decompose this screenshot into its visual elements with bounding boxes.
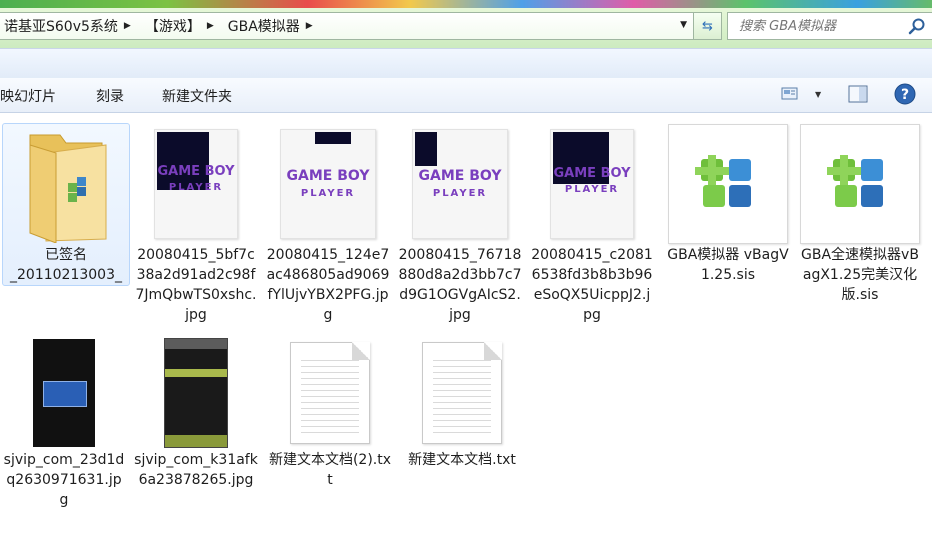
- image-file-item[interactable]: GAME BOY PLAYER 20080415_c20816538fd3b8b…: [528, 123, 656, 325]
- thumb-title: GAME BOY: [553, 166, 631, 181]
- thumb-title: GAME BOY: [286, 168, 370, 184]
- search-input[interactable]: [737, 17, 911, 35]
- image-thumbnail: [132, 336, 260, 450]
- new-folder-button[interactable]: 新建文件夹: [162, 86, 232, 106]
- app-icon-frame: [668, 124, 788, 244]
- breadcrumb-label: 诺基亚S60v5系统: [4, 19, 118, 35]
- address-bar[interactable]: 诺基亚S60v5系统 ▶ 【游戏】 ▶ GBA模拟器 ▶ ▼: [0, 12, 694, 40]
- menu-softkeys: [165, 435, 227, 447]
- gameboy-player-photo: GAME BOY PLAYER: [280, 129, 376, 239]
- file-name: 20080415_c20816538fd3b8b3b96eSoQX5UicppJ…: [531, 247, 653, 323]
- help-icon: ?: [894, 83, 916, 105]
- image-thumbnail: [0, 336, 128, 450]
- search-box[interactable]: [727, 12, 932, 40]
- file-name: GBA模拟器 vBagV1.25.sis: [667, 247, 789, 283]
- thumb-title: GAME BOY: [418, 168, 502, 184]
- preview-pane-button[interactable]: [848, 84, 868, 104]
- symbian-app-icon: [695, 155, 751, 207]
- text-thumbnail: [398, 336, 526, 450]
- gameboy-player-photo: GAME BOY PLAYER: [550, 129, 634, 239]
- file-name: 新建文本文档.txt: [408, 452, 516, 468]
- thumb-title: GAME BOY: [157, 164, 235, 179]
- view-icon: [781, 87, 798, 100]
- thumb-subtitle: PLAYER: [564, 184, 620, 195]
- thumb-subtitle: PLAYER: [300, 188, 356, 199]
- console-screen: [415, 132, 437, 166]
- help-button[interactable]: ?: [894, 83, 916, 105]
- page-fold: [352, 342, 370, 360]
- command-toolbar: 映幻灯片 刻录 新建文件夹 ▼ ?: [0, 78, 932, 113]
- image-file-item[interactable]: sjvip_com_k31afk6a23878265.jpg: [132, 336, 260, 490]
- sis-thumbnail: [664, 123, 792, 245]
- file-name: sjvip_com_23d1dq2630971631.jpg: [3, 452, 125, 508]
- menu-title-bar: [165, 339, 227, 349]
- page-fold: [484, 342, 502, 360]
- thumb-subtitle: PLAYER: [432, 188, 488, 199]
- search-icon[interactable]: [908, 17, 926, 35]
- folder-thumbnail: [2, 123, 130, 245]
- file-name: 20080415_5bf7c38a2d91ad2c98f7JmQbwTS0xsh…: [135, 247, 257, 323]
- file-name: 20080415_124e7ac486805ad9069fYlUjvYBX2PF…: [266, 247, 390, 323]
- refresh-icon: ⇆: [702, 18, 713, 34]
- phone-screen-photo: [33, 339, 95, 447]
- view-options-button[interactable]: ▼: [781, 84, 821, 104]
- file-name: 已签名 _20110213003_: [10, 247, 122, 283]
- sis-thumbnail: [796, 123, 924, 245]
- phone-menu-photo: [164, 338, 228, 448]
- console-screen: [315, 132, 351, 144]
- menu-band: [0, 48, 932, 79]
- thumb-subtitle: PLAYER: [168, 182, 224, 193]
- folder-icon: [29, 134, 107, 243]
- text-file-item[interactable]: 新建文本文档.txt: [398, 336, 526, 470]
- sis-file-item[interactable]: GBA全速模拟器vBagX1.25完美汉化版.sis: [796, 123, 924, 305]
- chevron-down-icon[interactable]: ▼: [680, 20, 687, 30]
- symbian-app-icon: [827, 155, 883, 207]
- text-document-icon: [422, 342, 502, 444]
- burn-button[interactable]: 刻录: [96, 86, 124, 106]
- chevron-right-icon[interactable]: ▶: [306, 21, 313, 31]
- svg-text:?: ?: [901, 87, 909, 103]
- sis-file-item[interactable]: GBA模拟器 vBagV1.25.sis: [664, 123, 792, 285]
- image-file-item[interactable]: GAME BOY PLAYER 20080415_5bf7c38a2d91ad2…: [132, 123, 260, 325]
- chevron-right-icon[interactable]: ▶: [124, 21, 131, 31]
- image-thumbnail: GAME BOY PLAYER: [132, 123, 260, 245]
- image-thumbnail: GAME BOY PLAYER: [396, 123, 524, 245]
- folder-item[interactable]: 已签名 _20110213003_: [2, 123, 130, 286]
- image-file-item[interactable]: GAME BOY PLAYER 20080415_76718880d8a2d3b…: [396, 123, 524, 325]
- file-name: GBA全速模拟器vBagX1.25完美汉化版.sis: [801, 247, 919, 303]
- breadcrumb-root[interactable]: 诺基亚S60v5系统 ▶: [0, 13, 141, 39]
- slideshow-button[interactable]: 映幻灯片: [0, 86, 56, 106]
- text-document-icon: [290, 342, 370, 444]
- breadcrumb-label: 【游戏】: [144, 19, 201, 35]
- gameboy-player-photo: GAME BOY PLAYER: [154, 129, 238, 239]
- file-name: 20080415_76718880d8a2d3bb7c7d9G1OGVgAIcS…: [398, 247, 522, 323]
- app-icon-frame: [800, 124, 920, 244]
- image-thumbnail: GAME BOY PLAYER: [528, 123, 656, 245]
- image-thumbnail: GAME BOY PLAYER: [264, 123, 392, 245]
- menu-highlight: [165, 369, 227, 377]
- breadcrumb-gba[interactable]: GBA模拟器 ▶: [224, 13, 323, 39]
- text-thumbnail: [266, 336, 394, 450]
- file-name: sjvip_com_k31afk6a23878265.jpg: [134, 452, 258, 488]
- text-file-item[interactable]: 新建文本文档(2).txt: [266, 336, 394, 490]
- image-file-item[interactable]: sjvip_com_23d1dq2630971631.jpg: [0, 336, 128, 510]
- gameboy-player-photo: GAME BOY PLAYER: [412, 129, 508, 239]
- image-file-item[interactable]: GAME BOY PLAYER 20080415_124e7ac486805ad…: [264, 123, 392, 325]
- breadcrumb-games[interactable]: 【游戏】 ▶: [141, 13, 224, 39]
- refresh-button[interactable]: ⇆: [694, 12, 722, 40]
- chevron-down-icon[interactable]: ▼: [815, 90, 821, 99]
- game-logo: [43, 381, 87, 407]
- breadcrumb-label: GBA模拟器: [227, 19, 300, 35]
- file-name: 新建文本文档(2).txt: [268, 452, 392, 488]
- preview-pane-icon: [848, 85, 868, 103]
- chevron-right-icon[interactable]: ▶: [207, 21, 214, 31]
